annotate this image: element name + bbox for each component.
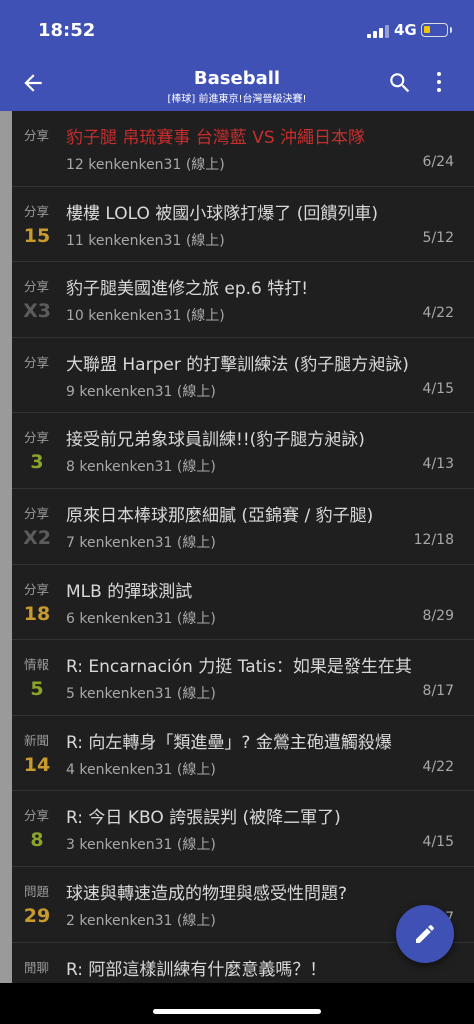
post-title[interactable]: MLB 的彈球測試 <box>66 577 468 602</box>
push-count: 14 <box>23 753 51 776</box>
push-count: 15 <box>23 224 51 247</box>
post-date: 4/13 <box>422 456 454 473</box>
post-date: 8/17 <box>422 683 454 700</box>
post-date: 5/12 <box>422 229 454 246</box>
post-meta: 5 kenkenken31 (線上) <box>66 686 216 703</box>
post-title[interactable]: 接受前兄弟象球員訓練!!(豹子腿方昶詠) <box>66 425 468 450</box>
post-list: 分享 豹子腿 帛琉賽事 台灣藍 VS 沖繩日本隊 12 kenkenken31 … <box>0 111 474 983</box>
post-meta: 12 kenkenken31 (線上) <box>66 157 225 173</box>
compose-button[interactable] <box>396 905 454 963</box>
post-category: 分享 <box>24 581 50 597</box>
post-row[interactable]: 分享 豹子腿 帛琉賽事 台灣藍 VS 沖繩日本隊 12 kenkenken31 … <box>12 111 474 187</box>
post-meta: 9 kenkenken31 (線上) <box>66 383 216 400</box>
post-meta: 6 kenkenken31 (線上) <box>66 610 216 627</box>
post-title[interactable]: R: Encarnación 力挺 Tatis：如果是發生在其 <box>66 652 468 677</box>
network-type: 4G <box>394 21 417 39</box>
post-date: 4/22 <box>422 305 454 322</box>
app-bar: 18:52 4G Baseball [棒球] 前進東京!台灣晉級決賽! <box>0 0 474 111</box>
post-meta: 7 kenkenken31 (線上) <box>66 535 216 551</box>
battery-icon <box>421 23 452 37</box>
push-count: X2 <box>23 527 51 549</box>
post-row[interactable]: 分享 18 MLB 的彈球測試 6 kenkenken31 (線上) 8/29 <box>12 565 474 641</box>
post-meta: 8 kenkenken31 (線上) <box>66 459 216 476</box>
post-category: 分享 <box>24 203 50 219</box>
post-category: 問題 <box>24 884 50 899</box>
post-meta: 2 kenkenken31 (線上) <box>66 913 216 929</box>
post-date: 4/15 <box>422 380 454 397</box>
post-date: 6/24 <box>422 154 454 170</box>
post-date: 4/22 <box>422 758 454 775</box>
post-meta: 3 kenkenken31 (線上) <box>66 837 216 854</box>
post-row[interactable]: 新聞 14 R: 向左轉身「類進壘」? 金鶯主砲遭觸殺爆 4 kenkenken… <box>12 716 474 792</box>
post-title[interactable]: R: 阿部這樣訓練有什麼意義嗎？！ <box>66 955 468 980</box>
post-title[interactable]: R: 向左轉身「類進壘」? 金鶯主砲遭觸殺爆 <box>66 728 468 753</box>
post-category: 分享 <box>24 354 50 370</box>
push-count: 8 <box>30 829 44 852</box>
search-icon[interactable] <box>387 70 413 96</box>
post-row[interactable]: 分享 X3 豹子腿美國進修之旅 ep.6 特打! 10 kenkenken31 … <box>12 262 474 338</box>
post-category: 新聞 <box>24 732 50 748</box>
push-count: X3 <box>23 300 51 323</box>
post-title[interactable]: 球速與轉速造成的物理與感受性問題? <box>66 879 468 904</box>
post-title[interactable]: 豹子腿美國進修之旅 ep.6 特打! <box>66 274 468 299</box>
post-title[interactable]: R: 今日 KBO 誇張誤判 (被降二軍了) <box>66 803 468 828</box>
post-title[interactable]: 樓樓 LOLO 被國小球隊打爆了 (回饋列車) <box>66 199 468 224</box>
post-category: 分享 <box>24 506 50 521</box>
post-meta: 4 kenkenken31 (線上) <box>66 761 216 778</box>
post-date: 8/29 <box>422 607 454 624</box>
post-date: 12/18 <box>413 532 454 548</box>
post-category: 分享 <box>24 430 50 446</box>
push-count: 3 <box>30 451 44 474</box>
post-row[interactable]: 情報 5 R: Encarnación 力挺 Tatis：如果是發生在其 5 k… <box>12 640 474 716</box>
post-row[interactable]: 分享 3 接受前兄弟象球員訓練!!(豹子腿方昶詠) 8 kenkenken31 … <box>12 413 474 489</box>
bottom-bar <box>0 983 474 1024</box>
post-category: 分享 <box>24 808 50 824</box>
signal-icon <box>367 24 389 38</box>
post-title[interactable]: 豹子腿 帛琉賽事 台灣藍 VS 沖繩日本隊 <box>66 123 468 148</box>
post-category: 分享 <box>24 128 50 143</box>
post-category: 閒聊 <box>24 959 50 975</box>
post-row[interactable]: 分享 8 R: 今日 KBO 誇張誤判 (被降二軍了) 3 kenkenken3… <box>12 791 474 867</box>
post-row[interactable]: 分享 15 樓樓 LOLO 被國小球隊打爆了 (回饋列車) 11 kenkenk… <box>12 187 474 263</box>
more-options-icon[interactable] <box>433 72 445 96</box>
push-count: 29 <box>23 905 51 927</box>
post-row[interactable]: 分享 X2 原來日本棒球那麼細膩 (亞錦賽 / 豹子腿) 7 kenkenken… <box>12 489 474 565</box>
post-meta: 10 kenkenken31 (線上) <box>66 308 225 325</box>
post-row[interactable]: 分享 大聯盟 Harper 的打擊訓練法 (豹子腿方昶詠) 9 kenkenke… <box>12 338 474 414</box>
post-title[interactable]: 原來日本棒球那麼細膩 (亞錦賽 / 豹子腿) <box>66 501 468 526</box>
push-count: 5 <box>30 678 44 701</box>
post-category: 分享 <box>24 279 50 295</box>
pencil-icon <box>416 924 435 943</box>
post-date: 4/15 <box>422 834 454 851</box>
post-meta: 11 kenkenken31 (線上) <box>66 232 225 249</box>
side-scroll-bar <box>0 111 12 983</box>
post-category: 情報 <box>24 657 50 673</box>
status-time: 18:52 <box>38 20 96 41</box>
home-indicator[interactable] <box>153 1009 321 1014</box>
push-count: 18 <box>23 602 51 625</box>
post-title[interactable]: 大聯盟 Harper 的打擊訓練法 (豹子腿方昶詠) <box>66 350 468 375</box>
